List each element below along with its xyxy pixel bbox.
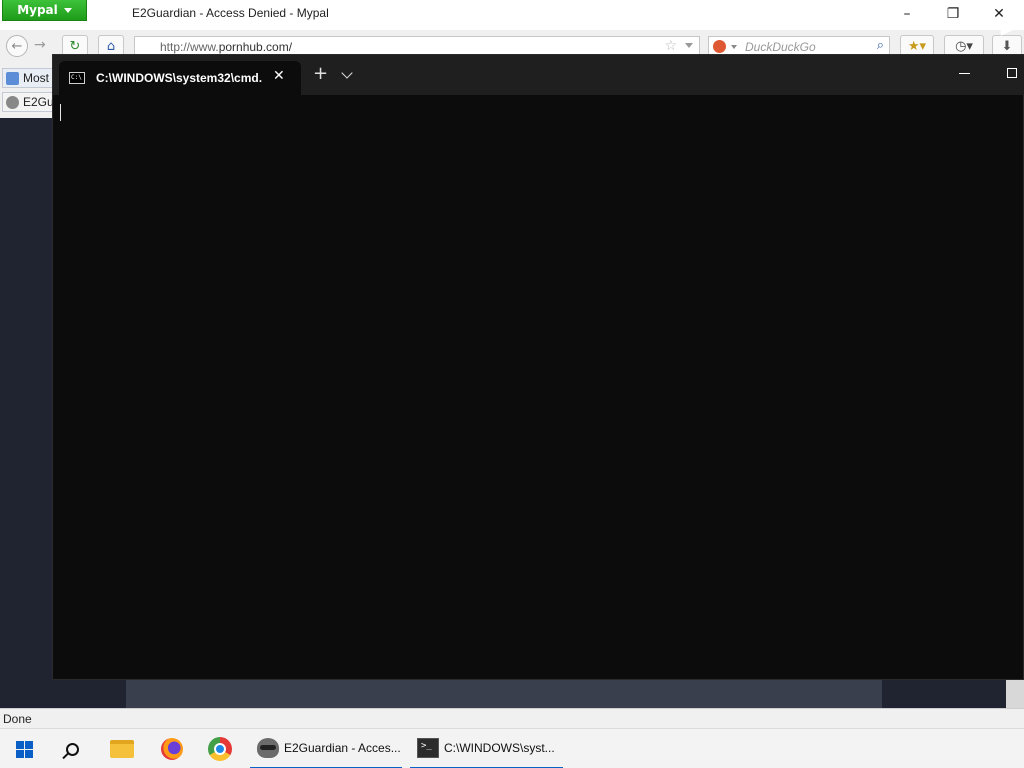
search-placeholder: DuckDuckGo (745, 40, 816, 54)
restore-icon: ❐ (946, 6, 960, 22)
windows-logo-icon (15, 740, 33, 758)
terminal-tab-cmd[interactable]: C:\ C:\WINDOWS\system32\cmd. ✕ (59, 61, 301, 95)
mypal-menu-label: Mypal (17, 3, 58, 17)
taskbar-app-e2guardian[interactable]: E2Guardian - Acces... (250, 729, 402, 768)
restore-button[interactable]: ❐ (938, 4, 968, 24)
chevron-down-icon (63, 7, 72, 13)
history-clock-icon: ◷▾ (955, 38, 973, 54)
download-arrow-icon: ⬇ (1001, 38, 1013, 54)
minimize-icon: – (903, 6, 911, 22)
url-prefix: http://www. (160, 40, 219, 54)
chrome-button[interactable] (196, 729, 244, 768)
terminal-console[interactable] (53, 95, 1023, 679)
bookmark-folder-icon (6, 72, 19, 85)
url-text[interactable]: http://www.pornhub.com/ (160, 40, 292, 54)
file-explorer-button[interactable] (98, 729, 146, 768)
search-icon[interactable]: ⌕ (877, 38, 884, 53)
firefox-icon (161, 738, 183, 760)
status-text: Done (3, 712, 32, 726)
taskbar-app-cmd[interactable]: C:\WINDOWS\syst... (410, 729, 563, 768)
terminal-tab-title: C:\WINDOWS\system32\cmd. (96, 71, 263, 85)
forward-button[interactable]: → (34, 37, 46, 53)
folder-icon (110, 740, 134, 758)
mypal-menu-button[interactable]: Mypal (2, 0, 87, 21)
firefox-button[interactable] (148, 729, 196, 768)
bookmarks-icon: ★▾ (907, 38, 927, 54)
taskbar-app-label: E2Guardian - Acces... (284, 741, 401, 755)
browser-titlebar: Mypal E2Guardian - Access Denied - Mypal… (0, 0, 1024, 30)
duckduckgo-icon[interactable] (713, 40, 726, 53)
chevron-down-icon[interactable] (341, 67, 353, 79)
taskbar: E2Guardian - Acces... C:\WINDOWS\syst... (0, 728, 1024, 768)
bookmark-label: Most (23, 71, 50, 85)
chrome-icon (208, 737, 232, 761)
window-title: E2Guardian - Access Denied - Mypal (132, 6, 329, 20)
taskbar-app-label: C:\WINDOWS\syst... (444, 741, 555, 755)
url-domain: pornhub.com/ (218, 40, 293, 54)
terminal-window: C:\ C:\WINDOWS\system32\cmd. ✕ + (52, 54, 1024, 680)
back-arrow-icon: ← (11, 38, 23, 54)
url-dropdown-icon[interactable] (685, 43, 693, 48)
cmd-icon: C:\ (69, 72, 85, 84)
new-tab-button[interactable]: + (313, 65, 328, 83)
close-icon[interactable]: ✕ (273, 68, 285, 84)
url-bar[interactable]: http://www.pornhub.com/ ☆ (134, 36, 700, 56)
search-bar[interactable]: DuckDuckGo ⌕ (708, 36, 890, 56)
reload-icon: ↻ (69, 38, 81, 54)
scrollbar-corner (1006, 680, 1024, 708)
globe-icon (6, 96, 19, 109)
bookmark-star-icon[interactable]: ☆ (664, 38, 677, 54)
terminal-minimize-button[interactable] (959, 73, 970, 74)
status-bar: Done (0, 708, 1024, 728)
raccoon-icon (257, 738, 279, 758)
start-button[interactable] (0, 729, 48, 768)
terminal-tab-bar: C:\ C:\WINDOWS\system32\cmd. ✕ + (53, 55, 1024, 95)
horizontal-scrollbar[interactable] (126, 680, 882, 708)
search-engine-dropdown-icon[interactable] (731, 45, 737, 49)
search-button[interactable] (48, 729, 96, 768)
minimize-button[interactable]: – (892, 4, 922, 24)
search-icon (65, 742, 79, 756)
terminal-maximize-button[interactable] (1007, 68, 1017, 78)
home-icon: ⌂ (106, 38, 116, 54)
forward-arrow-icon: → (34, 37, 46, 53)
text-cursor (60, 104, 61, 121)
terminal-icon (417, 738, 439, 758)
back-button[interactable]: ← (6, 35, 28, 57)
